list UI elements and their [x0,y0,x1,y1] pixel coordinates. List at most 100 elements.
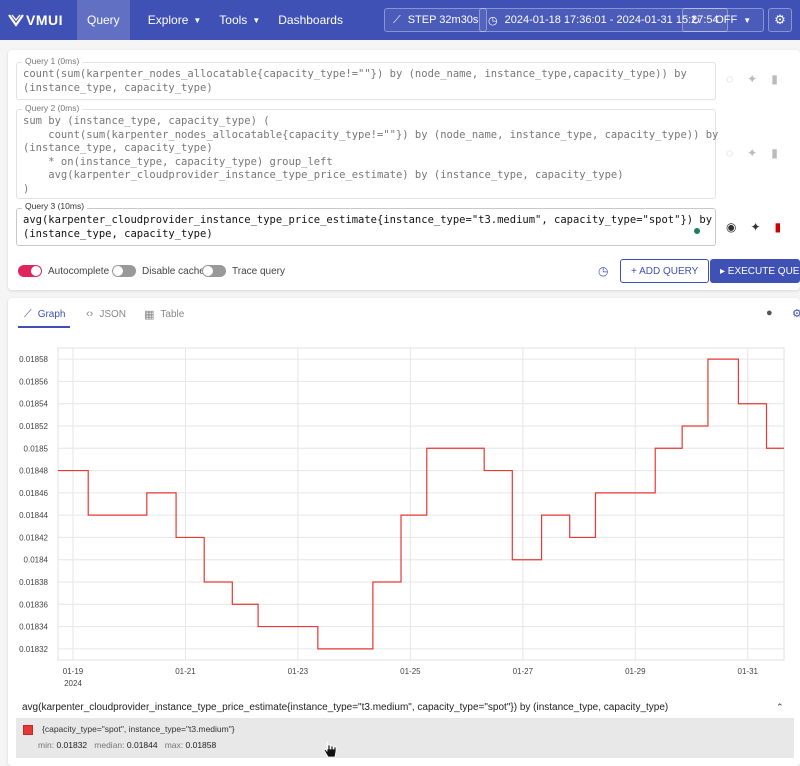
y-tick-label: 0.01842 [19,533,48,542]
gear-icon: ⚙ [774,12,786,27]
median-value: 0.01844 [126,740,158,750]
y-tick-label: 0.0185 [24,444,49,453]
disable-cache-label: Disable cache [142,265,205,277]
trace-query-toggle[interactable]: Trace query [202,265,285,277]
tab-active-indicator [18,326,70,328]
settings-button[interactable]: ⚙ [768,8,792,32]
y-tick-label: 0.01858 [19,355,48,364]
tab-table[interactable]: ▦ Table [144,308,184,321]
trace-query-label: Trace query [232,265,285,277]
x-tick-label: 01-31 [738,667,759,676]
legend-query-title: avg(karpenter_cloudprovider_instance_typ… [22,702,669,713]
query-1-input[interactable]: count(sum(karpenter_nodes_allocatable{ca… [16,62,716,100]
y-tick-label: 0.01856 [19,377,48,386]
x-tick-label: 01-25 [400,667,421,676]
x-tick-label: 01-19 [63,667,84,676]
query-3-label: Query 3 (10ms) [22,201,88,211]
max-value: 0.01858 [185,740,217,750]
nav-tools[interactable]: Tools ▼ [219,0,260,40]
query-2-actions: ◌ ✦ ▮ [726,146,778,160]
legend-series-label: {capacity_type="spot", instance_type="t3… [42,724,235,734]
series-color-swatch [23,725,33,735]
legend-series-row[interactable]: {capacity_type="spot", instance_type="t3… [16,718,794,758]
x-year-label: 2024 [64,679,82,688]
autocomplete-label: Autocomplete [48,265,110,277]
execute-query-button[interactable]: ▸ EXECUTE QUERY [710,259,800,283]
tab-table-label: Table [160,309,185,320]
gear-icon[interactable]: ⚙ [792,307,800,320]
max-label: max: [164,740,184,750]
eye-off-icon[interactable]: ◌ [726,72,733,86]
nav-dashboards-label: Dashboards [278,13,343,27]
price-chart[interactable]: 0.01832 0.01834 0.01836 0.01838 0.0184 0.0184… [0,340,800,692]
query-1-actions: ◌ ✦ ▮ [726,72,778,86]
sparkle-icon[interactable]: ✦ [747,72,757,86]
switch-off [202,265,226,277]
nav-explore[interactable]: Explore ▼ [148,0,202,40]
step-button[interactable]: ⟋ STEP 32m30s [384,8,488,32]
tab-json-label: JSON [99,308,126,320]
y-tick-label: 0.0184 [24,556,49,565]
trash-icon[interactable]: ▮ [771,72,778,86]
x-tick-label: 01-29 [625,667,646,676]
query-2-input[interactable]: sum by (instance_type, capacity_type) ( … [16,109,718,199]
graph-icon: ⟋ [24,308,32,320]
switch-on [18,265,42,277]
query-2-label: Query 2 (0ms) [22,103,83,113]
nav-dashboards[interactable]: Dashboards [278,0,343,40]
clock-icon: ◷ [488,14,498,27]
lightbulb-icon[interactable]: ● [766,307,773,319]
logo[interactable]: VMUI [8,12,63,28]
victoriametrics-logo-icon [8,14,24,27]
caret-down-icon: ▼ [193,15,202,25]
y-tick-label: 0.01834 [19,623,48,632]
y-tick-label: 0.01836 [19,600,48,609]
trend-icon: ⟋ [393,13,401,26]
chevron-up-icon[interactable]: ⌃ [776,702,784,713]
history-icon[interactable]: ◷ [598,264,608,278]
refresh-button[interactable]: ↻ OFF ▼ [682,8,764,32]
tab-graph[interactable]: ⟋ Graph [24,308,66,321]
cursor-icon [323,741,337,758]
y-tick-label: 0.01844 [19,511,48,520]
y-tick-label: 0.01846 [19,489,48,498]
min-value: 0.01832 [56,740,88,750]
query-1-label: Query 1 (0ms) [22,56,83,66]
step-label: STEP 32m30s [407,14,479,26]
x-tick-label: 01-21 [175,667,196,676]
code-icon: ‹› [86,308,94,320]
query-3-input[interactable]: avg(karpenter_cloudprovider_instance_typ… [16,208,716,246]
legend-stats: min: 0.01832 median: 0.01844 max: 0.0185… [38,740,216,750]
median-label: median: [94,740,125,750]
switch-off [112,265,136,277]
y-tick-label: 0.01838 [19,578,48,587]
y-tick-label: 0.01852 [19,422,48,431]
nav-explore-label: Explore [147,13,189,27]
autocomplete-toggle[interactable]: Autocomplete [18,265,109,277]
refresh-label: OFF [715,14,738,26]
sparkle-icon[interactable]: ✦ [750,220,760,234]
nav-query-label: Query [87,13,120,27]
x-tick-label: 01-23 [288,667,309,676]
logo-text: VMUI [26,12,63,28]
y-tick-label: 0.01854 [19,400,48,409]
eye-icon[interactable]: ◉ [726,220,736,234]
y-tick-label: 0.01832 [19,645,48,654]
disable-cache-toggle[interactable]: Disable cache [112,265,205,277]
sparkle-icon[interactable]: ✦ [747,146,757,160]
caret-down-icon: ▼ [743,15,752,25]
tab-json[interactable]: ‹› JSON [86,308,126,320]
x-tick-label: 01-27 [513,667,534,676]
refresh-icon: ↻ [691,14,701,27]
trash-icon[interactable]: ▮ [771,146,778,160]
min-label: min: [38,740,55,750]
nav-tools-label: Tools [219,13,248,27]
plot-area [57,347,785,661]
top-bar: VMUI Query Explore ▼ Tools ▼ Dashboards ⟋ S… [0,0,800,40]
y-tick-label: 0.01848 [19,467,48,476]
nav-query[interactable]: Query [77,0,130,40]
eye-off-icon[interactable]: ◌ [726,146,733,160]
trash-icon[interactable]: ▮ [775,220,782,234]
query-3-actions: ◉ ✦ ▮ [726,220,781,234]
add-query-button[interactable]: + ADD QUERY [620,259,710,283]
